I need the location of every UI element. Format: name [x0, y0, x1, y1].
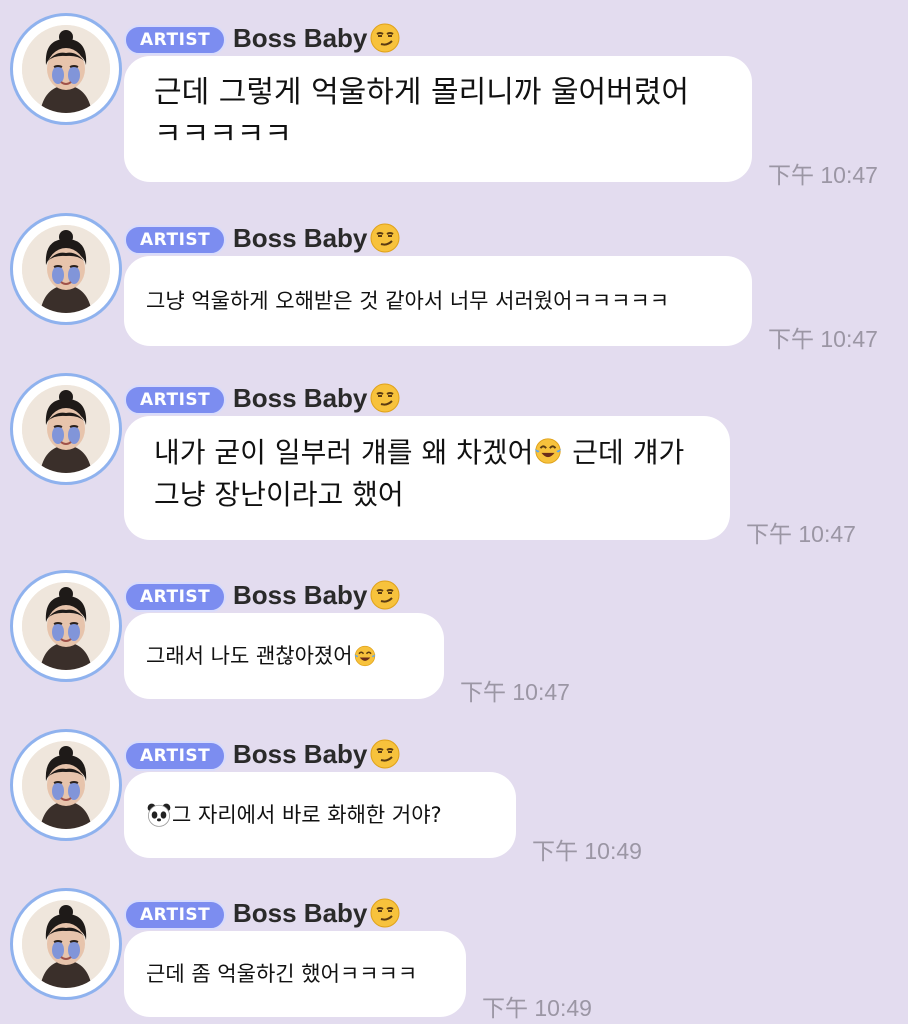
sender-name: Boss Baby: [233, 897, 401, 929]
avatar-image: [22, 582, 110, 670]
message-bubble[interactable]: 그냥 억울하게 오해받은 것 같아서 너무 서러웠어ㅋㅋㅋㅋㅋ: [124, 256, 752, 346]
artist-badge: ARTIST: [124, 741, 227, 771]
sender-name: Boss Baby: [233, 738, 401, 770]
artist-badge: ARTIST: [124, 900, 227, 930]
artist-avatar[interactable]: [10, 13, 122, 125]
artist-badge: ARTIST: [124, 582, 227, 612]
message-bubble[interactable]: 근데 그렇게 억울하게 몰리니까 울어버렸어 ㅋㅋㅋㅋㅋ: [124, 56, 752, 182]
artist-avatar[interactable]: [10, 729, 122, 841]
message-timestamp: 下午 10:47: [746, 521, 856, 547]
message-timestamp: 下午 10:49: [532, 838, 642, 864]
avatar-image: [22, 25, 110, 113]
message-text: 근데 좀 억울하긴 했어ㅋㅋㅋㅋ: [146, 962, 418, 986]
message-text: 그냥 억울하게 오해받은 것 같아서 너무 서러웠어ㅋㅋㅋㅋㅋ: [146, 289, 670, 313]
artist-avatar[interactable]: [10, 373, 122, 485]
artist-badge: ARTIST: [124, 25, 227, 55]
smirking-face-icon: [369, 579, 401, 611]
sender-name: Boss Baby: [233, 222, 401, 254]
message-text: 그 자리에서 바로 화해한 거야?: [172, 803, 442, 827]
tears-of-joy-icon: [353, 644, 377, 668]
artist-avatar[interactable]: [10, 888, 122, 1000]
sender-name-text: Boss Baby: [233, 222, 368, 253]
sender-name: Boss Baby: [233, 22, 401, 54]
message-text-part: 근데 걔가: [563, 436, 685, 469]
sender-name: Boss Baby: [233, 382, 401, 414]
avatar-image: [22, 741, 110, 829]
smirking-face-icon: [369, 222, 401, 254]
avatar-image: [22, 385, 110, 473]
sender-name: Boss Baby: [233, 579, 401, 611]
message-timestamp: 下午 10:47: [768, 326, 878, 352]
sender-name-text: Boss Baby: [233, 738, 368, 769]
message-text-line: ㅋㅋㅋㅋㅋ: [154, 117, 292, 152]
avatar-image: [22, 225, 110, 313]
sender-name-text: Boss Baby: [233, 579, 368, 610]
message-timestamp: 下午 10:47: [768, 162, 878, 188]
message-bubble[interactable]: 그 자리에서 바로 화해한 거야?: [124, 772, 516, 858]
message-text-part: 내가 굳이 일부러 걔를 왜 차겠어: [154, 436, 534, 469]
message-text: 그래서 나도 괜찮아졌어: [146, 644, 353, 668]
smirking-face-icon: [369, 22, 401, 54]
artist-avatar[interactable]: [10, 570, 122, 682]
message-timestamp: 下午 10:47: [460, 679, 570, 705]
smirking-face-icon: [369, 738, 401, 770]
artist-badge: ARTIST: [124, 225, 227, 255]
avatar-image: [22, 900, 110, 988]
message-text-line: 그냥 장난이라고 했어: [154, 478, 404, 511]
message-text-line: 근데 그렇게 억울하게 몰리니까 울어버렸어: [154, 75, 689, 110]
tears-of-joy-icon: [533, 436, 563, 466]
message-text-line: 내가 굳이 일부러 걔를 왜 차겠어 근데 걔가: [154, 432, 700, 474]
message-bubble[interactable]: 내가 굳이 일부러 걔를 왜 차겠어 근데 걔가 그냥 장난이라고 했어: [124, 416, 730, 540]
message-timestamp: 下午 10:49: [482, 995, 592, 1021]
sender-name-text: Boss Baby: [233, 22, 368, 53]
smirking-face-icon: [369, 382, 401, 414]
sender-name-text: Boss Baby: [233, 382, 368, 413]
message-bubble[interactable]: 그래서 나도 괜찮아졌어: [124, 613, 444, 699]
message-bubble[interactable]: 근데 좀 억울하긴 했어ㅋㅋㅋㅋ: [124, 931, 466, 1017]
artist-avatar[interactable]: [10, 213, 122, 325]
artist-badge: ARTIST: [124, 385, 227, 415]
smirking-face-icon: [369, 897, 401, 929]
sender-name-text: Boss Baby: [233, 897, 368, 928]
panda-icon: [146, 802, 172, 828]
